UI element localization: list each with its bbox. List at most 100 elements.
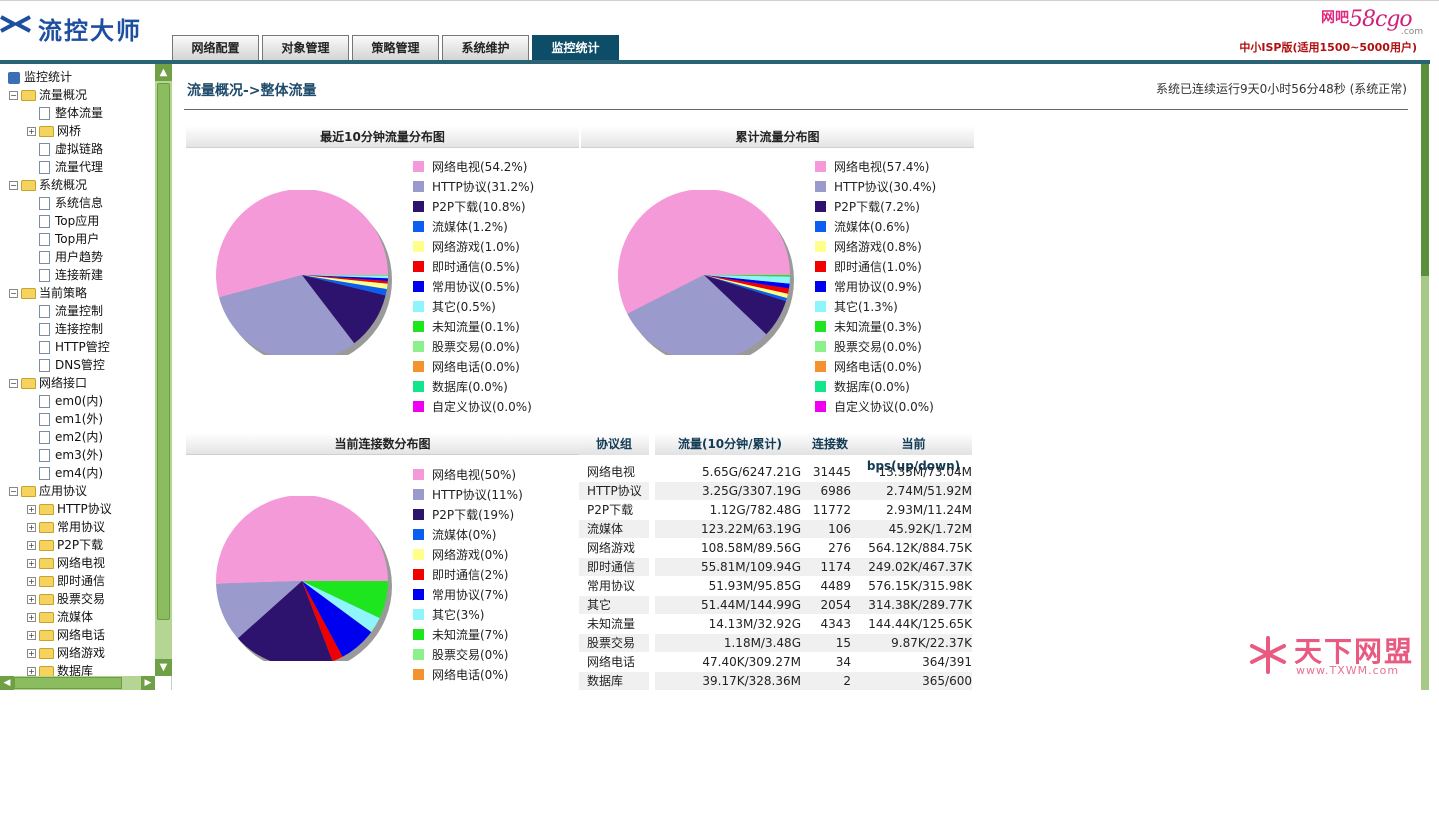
table-cell: 股票交易: [579, 634, 649, 652]
sidebar-vertical-scrollbar[interactable]: ▲ ▼: [155, 64, 172, 676]
brand-com: .com: [1401, 27, 1424, 37]
table-cell: 1.12G/782.48G: [709, 503, 801, 517]
collapse-icon[interactable]: −: [9, 91, 18, 100]
table-cell: 314.38K/289.77K: [855, 596, 972, 614]
sidebar-item[interactable]: − 应用协议: [9, 482, 87, 500]
main-vertical-scrollbar[interactable]: [1421, 64, 1429, 690]
legend-label: 网络电视(54.2%): [432, 160, 528, 174]
legend-item: 数据库(0.0%): [815, 378, 910, 396]
table-cell: 常用协议: [587, 579, 636, 593]
expand-icon[interactable]: +: [27, 613, 36, 622]
legend-label: 流媒体(1.2%): [432, 220, 508, 234]
scroll-thumb-horizontal[interactable]: [14, 677, 122, 689]
legend-swatch: [815, 241, 826, 252]
sidebar-item[interactable]: − 系统概况: [9, 176, 87, 194]
sidebar-item-label: 连接新建: [55, 268, 104, 282]
legend-item: 其它(3%): [413, 606, 484, 624]
file-icon: [39, 431, 50, 444]
sidebar-item[interactable]: em1(外): [27, 410, 103, 428]
sidebar-item[interactable]: − 当前策略: [9, 284, 87, 302]
sidebar-item[interactable]: 连接控制: [27, 320, 103, 338]
legend-item: 常用协议(7%): [413, 586, 508, 604]
sidebar-item[interactable]: + 股票交易: [27, 590, 105, 608]
collapse-icon[interactable]: −: [9, 289, 18, 298]
sidebar-item-label: 当前策略: [39, 286, 88, 300]
sidebar-item[interactable]: em4(内): [27, 464, 103, 482]
tab-system-maintenance[interactable]: 系统维护: [442, 35, 529, 60]
collapse-icon[interactable]: −: [9, 379, 18, 388]
legend-label: P2P下载(10.8%): [432, 200, 526, 214]
expand-icon[interactable]: +: [27, 127, 36, 136]
legend-swatch: [413, 469, 424, 480]
column-header: 连接数: [805, 433, 855, 455]
logo-text: 流控大师: [38, 16, 142, 45]
sidebar-item[interactable]: em2(内): [27, 428, 103, 446]
system-status: 系统已连续运行9天0小时56分48秒 (系统正常): [1156, 82, 1407, 96]
legend-swatch: [413, 161, 424, 172]
legend-swatch: [413, 549, 424, 560]
sidebar-item[interactable]: + 网络电视: [27, 554, 105, 572]
expand-icon[interactable]: +: [27, 631, 36, 640]
expand-icon[interactable]: +: [27, 595, 36, 604]
sidebar-item[interactable]: + 即时通信: [27, 572, 105, 590]
sidebar-item[interactable]: Top应用: [27, 212, 99, 230]
sidebar-item[interactable]: em3(外): [27, 446, 103, 464]
table-cell: 108.58M/89.56G: [700, 541, 801, 555]
expand-icon[interactable]: +: [27, 649, 36, 658]
sidebar-item[interactable]: 用户趋势: [27, 248, 103, 266]
sidebar-item[interactable]: + P2P下载: [27, 536, 103, 554]
sidebar-item[interactable]: + 流媒体: [27, 608, 93, 626]
scroll-down-icon[interactable]: ▼: [155, 659, 172, 676]
scroll-thumb[interactable]: [157, 83, 170, 620]
expand-icon[interactable]: +: [27, 577, 36, 586]
folder-icon: [21, 378, 36, 389]
sidebar-item-label: 网络电话: [57, 628, 106, 642]
expand-icon[interactable]: +: [27, 667, 36, 676]
file-icon: [39, 143, 50, 156]
sidebar-item[interactable]: 流量代理: [27, 158, 103, 176]
sidebar-item[interactable]: 连接新建: [27, 266, 103, 284]
sidebar-item[interactable]: 整体流量: [27, 104, 103, 122]
sidebar-item[interactable]: Top用户: [27, 230, 99, 248]
legend-swatch: [413, 649, 424, 660]
scroll-left-icon[interactable]: ◀: [0, 676, 14, 690]
legend-item: 网络游戏(0%): [413, 546, 508, 564]
sidebar-item[interactable]: + 数据库: [27, 662, 93, 676]
sidebar-horizontal-scrollbar[interactable]: ◀ ▶: [0, 676, 155, 690]
sidebar-item[interactable]: HTTP管控: [27, 338, 110, 356]
sidebar-item[interactable]: 虚拟链路: [27, 140, 103, 158]
sidebar-item[interactable]: + 常用协议: [27, 518, 105, 536]
sidebar-item[interactable]: + 网桥: [27, 122, 81, 140]
legend-item: 网络电视(57.4%): [815, 158, 930, 176]
sidebar-item[interactable]: − 流量概况: [9, 86, 87, 104]
sidebar-item[interactable]: 流量控制: [27, 302, 103, 320]
sidebar-item[interactable]: + 网络游戏: [27, 644, 105, 662]
sidebar-item[interactable]: DNS管控: [27, 356, 105, 374]
sidebar-item[interactable]: em0(内): [27, 392, 103, 410]
sidebar-item[interactable]: + 网络电话: [27, 626, 105, 644]
tab-monitoring[interactable]: 监控统计: [532, 35, 619, 60]
folder-icon: [39, 504, 54, 515]
expand-icon[interactable]: +: [27, 541, 36, 550]
sidebar-item-label: 网桥: [57, 124, 82, 138]
table-cell: 576.15K/315.98K: [868, 579, 972, 593]
sidebar-item[interactable]: + HTTP协议: [27, 500, 112, 518]
tab-network-config[interactable]: 网络配置: [172, 35, 259, 60]
scroll-up-icon[interactable]: ▲: [155, 64, 172, 81]
table-cell: 51.44M/144.99G: [655, 596, 805, 614]
expand-icon[interactable]: +: [27, 559, 36, 568]
sidebar-item[interactable]: − 网络接口: [9, 374, 87, 392]
scroll-right-icon[interactable]: ▶: [141, 676, 155, 690]
sidebar-item[interactable]: 系统信息: [27, 194, 103, 212]
expand-icon[interactable]: +: [27, 523, 36, 532]
scroll-thumb[interactable]: [1421, 64, 1429, 276]
brand-logo: 网吧 58cgo .com: [1321, 7, 1424, 37]
sidebar-item[interactable]: 监控统计: [8, 68, 72, 86]
table-cell: 55.81M/109.94G: [655, 558, 805, 576]
collapse-icon[interactable]: −: [9, 181, 18, 190]
collapse-icon[interactable]: −: [9, 487, 18, 496]
legend-label: 网络电话(0.0%): [834, 360, 922, 374]
tab-policy-management[interactable]: 策略管理: [352, 35, 439, 60]
expand-icon[interactable]: +: [27, 505, 36, 514]
tab-object-management[interactable]: 对象管理: [262, 35, 349, 60]
